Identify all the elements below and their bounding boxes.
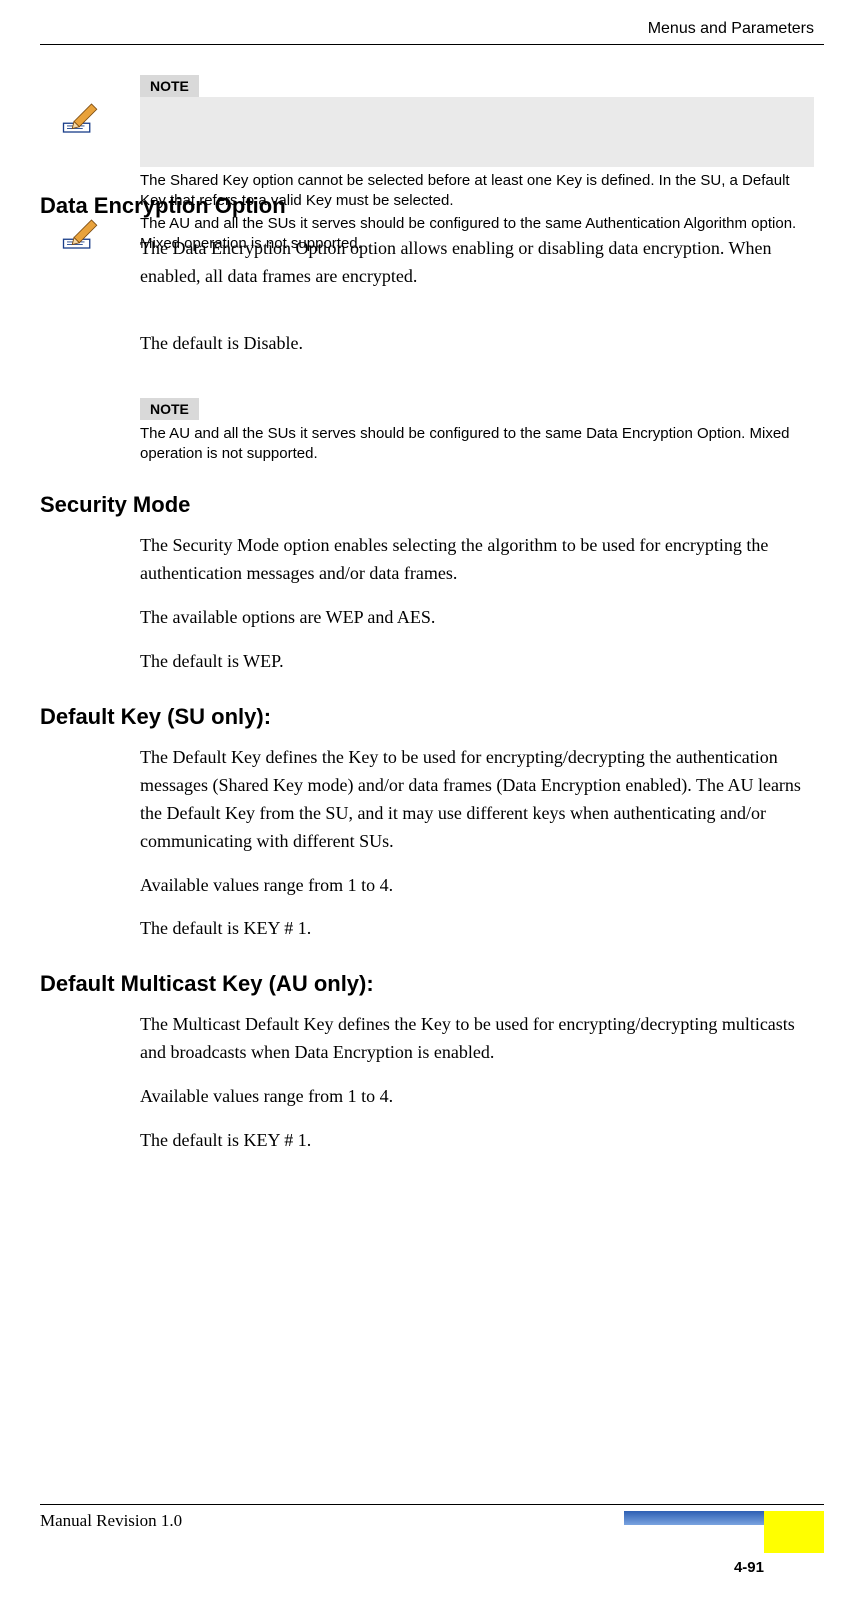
footer-right-container: 4-91 xyxy=(624,1511,824,1576)
overlay-para1: The Data Encryption Option option allows… xyxy=(140,235,814,291)
note1-block: NOTE The Shared Key option cannot be sel… xyxy=(140,75,814,254)
note-icon-2 xyxy=(60,213,102,260)
security-mode-p1: The Security Mode option enables selecti… xyxy=(140,532,814,588)
default-multicast-key-p1: The Multicast Default Key defines the Ke… xyxy=(140,1011,814,1067)
header-title: Menus and Parameters xyxy=(40,20,824,38)
footer-blue-bar xyxy=(624,1511,764,1525)
footer-left-text: Manual Revision 1.0 xyxy=(40,1511,182,1531)
note2-label: NOTE xyxy=(140,398,199,420)
security-mode-p3: The default is WEP. xyxy=(140,648,814,676)
default-key-p3: The default is KEY # 1. xyxy=(140,915,814,943)
section-heading-security-mode: Security Mode xyxy=(40,492,824,518)
note1-label: NOTE xyxy=(140,75,199,97)
footer: Manual Revision 1.0 4-91 xyxy=(40,1504,824,1576)
footer-page-number: 4-91 xyxy=(624,1559,824,1576)
page: Menus and Parameters NOTE The Shared Key… xyxy=(0,0,864,1606)
footer-rule xyxy=(40,1504,824,1505)
note2-text: The AU and all the SUs it serves should … xyxy=(140,424,814,465)
header-rule xyxy=(40,44,824,45)
overlay-para2: The default is Disable. xyxy=(140,330,814,358)
default-multicast-key-p2: Available values range from 1 to 4. xyxy=(140,1083,814,1111)
footer-yellow-block xyxy=(764,1511,824,1553)
note2-block: NOTE The AU and all the SUs it serves sh… xyxy=(140,398,814,465)
security-mode-p2: The available options are WEP and AES. xyxy=(140,604,814,632)
note-region-1: NOTE The Shared Key option cannot be sel… xyxy=(40,75,824,254)
note-icon xyxy=(60,97,102,144)
section-heading-default-key: Default Key (SU only): xyxy=(40,704,824,730)
default-key-p2: Available values range from 1 to 4. xyxy=(140,872,814,900)
default-multicast-key-p3: The default is KEY # 1. xyxy=(140,1127,814,1155)
default-key-p1: The Default Key defines the Key to be us… xyxy=(140,744,814,856)
section-heading-default-multicast-key: Default Multicast Key (AU only): xyxy=(40,971,824,997)
